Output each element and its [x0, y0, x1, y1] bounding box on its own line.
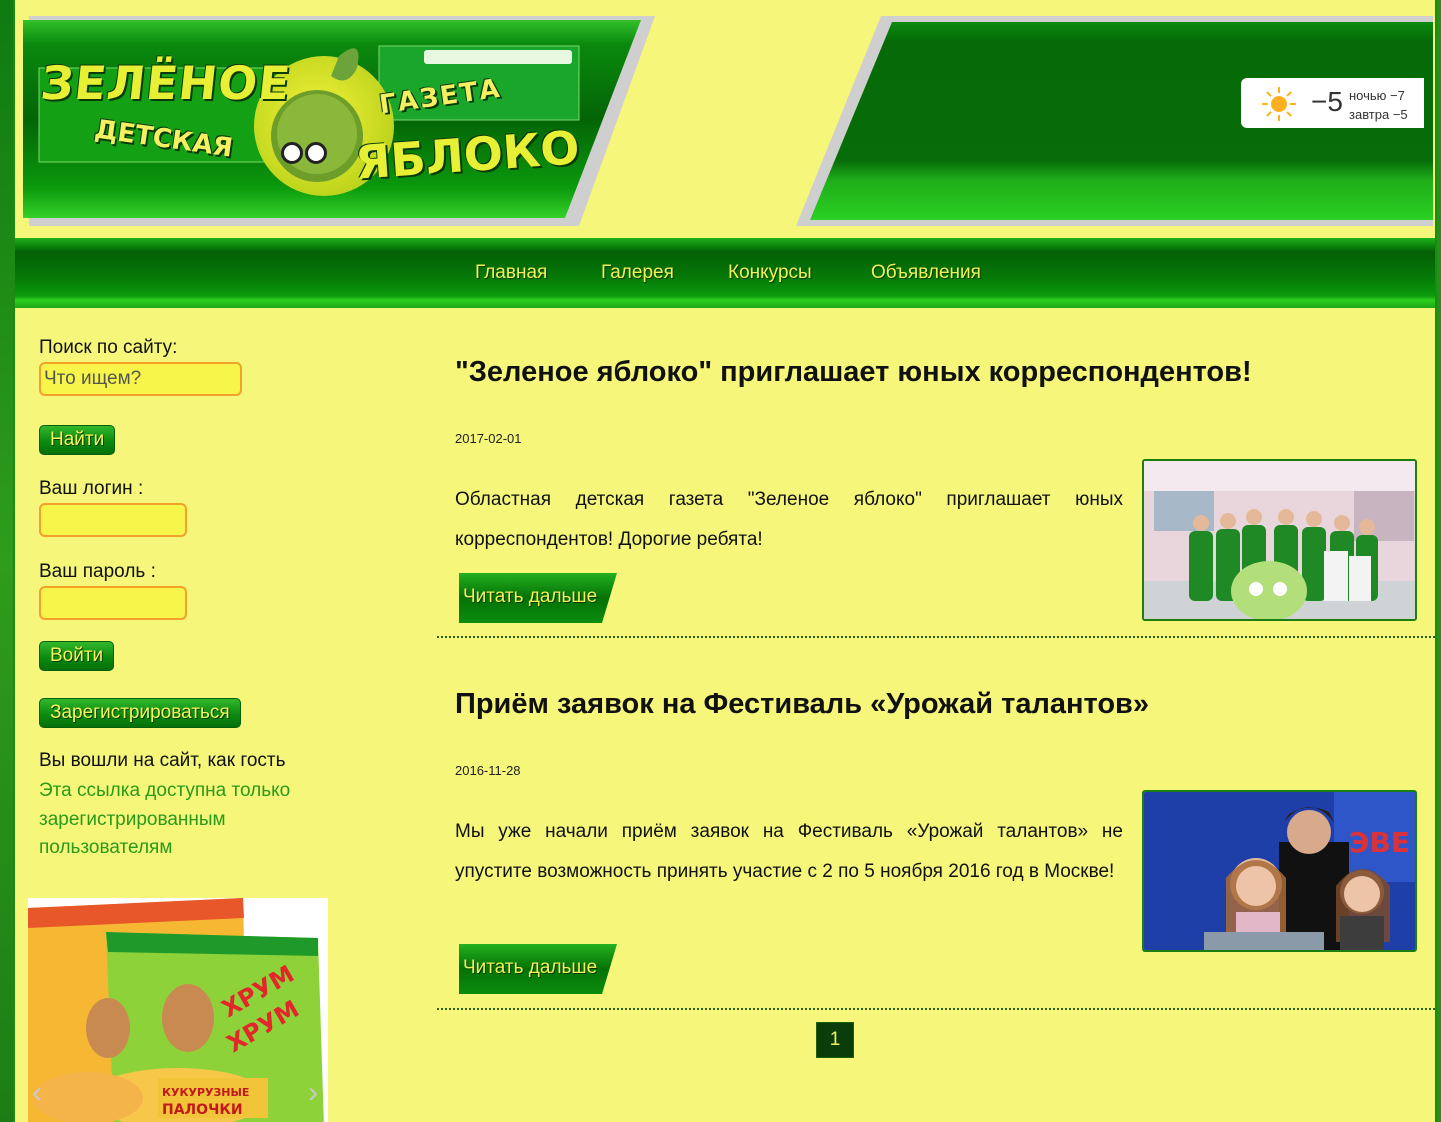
read-more-label: Читать дальше [463, 586, 598, 607]
apple-mascot-eyes [281, 142, 331, 166]
carousel-prev-icon[interactable]: ‹ [32, 1076, 42, 1110]
main-navigation: Главная Галерея Конкурсы Объявления [15, 238, 1435, 308]
logo-text-green: ЗЕЛЁНОЕ [38, 56, 294, 110]
search-input[interactable] [39, 362, 242, 396]
page: ЗЕЛЁНОЕ ДЕТСКАЯ ГАЗЕТА ЯБЛОКО −5 ночью −… [13, 0, 1437, 1122]
article-date: 2016-11-28 [455, 763, 521, 778]
weather-widget[interactable]: −5 ночью −7 завтра −5 [1241, 78, 1424, 128]
login-label: Ваш логин : [39, 478, 144, 499]
site-logo[interactable]: ЗЕЛЁНОЕ ДЕТСКАЯ ГАЗЕТА ЯБЛОКО [19, 16, 655, 226]
carousel-next-icon[interactable]: › [308, 1076, 318, 1110]
article-title[interactable]: Приём заявок на Фестиваль «Урожай талант… [455, 688, 1149, 721]
left-background-strip [0, 0, 13, 1122]
read-more-button[interactable]: Читать дальше [455, 573, 619, 625]
sun-icon [1262, 87, 1296, 121]
login-input[interactable] [39, 503, 187, 537]
article-photo[interactable]: ЭВЕ [1142, 790, 1417, 952]
ad-banner-carousel[interactable]: ХРУМ ХРУМ КУКУРУЗНЫЕ ПАЛОЧКИ ‹ › [28, 898, 328, 1122]
weather-night: ночью −7 [1349, 88, 1405, 103]
password-input[interactable] [39, 586, 187, 620]
pagination-page-current[interactable]: 1 [816, 1022, 854, 1058]
read-more-button[interactable]: Читать дальше [455, 944, 619, 996]
nav-item-gallery[interactable]: Галерея [601, 262, 674, 284]
register-button[interactable]: Зарегистрироваться [39, 698, 241, 728]
article-excerpt: Мы уже начали приём заявок на Фестиваль … [455, 821, 1123, 882]
guest-status-text: Вы вошли на сайт, как гость [39, 750, 286, 771]
article-divider [437, 636, 1435, 638]
password-label: Ваш пароль : [39, 561, 156, 582]
article-excerpt: Областная детская газета "Зеленое яблоко… [455, 489, 1123, 550]
read-more-label: Читать дальше [463, 957, 598, 978]
article-photo[interactable] [1142, 459, 1417, 621]
article-title[interactable]: "Зеленое яблоко" приглашает юных корресп… [455, 356, 1252, 389]
weather-temperature: −5 [1311, 86, 1343, 117]
ad-banner-image: ХРУМ ХРУМ КУКУРУЗНЫЕ ПАЛОЧКИ [28, 898, 324, 1122]
registered-only-link[interactable]: Эта ссылка доступна только зарегистриров… [39, 777, 339, 863]
svg-text:КУКУРУЗНЫЕ: КУКУРУЗНЫЕ [162, 1086, 249, 1099]
search-label: Поиск по сайту: [39, 337, 178, 358]
nav-item-contests[interactable]: Конкурсы [728, 262, 812, 284]
right-background-strip [1437, 0, 1441, 1122]
login-button[interactable]: Войти [39, 641, 115, 671]
article-divider [437, 1008, 1435, 1010]
nav-item-home[interactable]: Главная [475, 262, 547, 284]
svg-text:ПАЛОЧКИ: ПАЛОЧКИ [162, 1102, 243, 1118]
nav-item-announcements[interactable]: Объявления [871, 262, 981, 284]
weather-tomorrow: завтра −5 [1349, 107, 1408, 122]
search-button[interactable]: Найти [39, 425, 116, 455]
article-date: 2017-02-01 [455, 431, 522, 446]
svg-text:ЭВЕ: ЭВЕ [1349, 826, 1410, 859]
